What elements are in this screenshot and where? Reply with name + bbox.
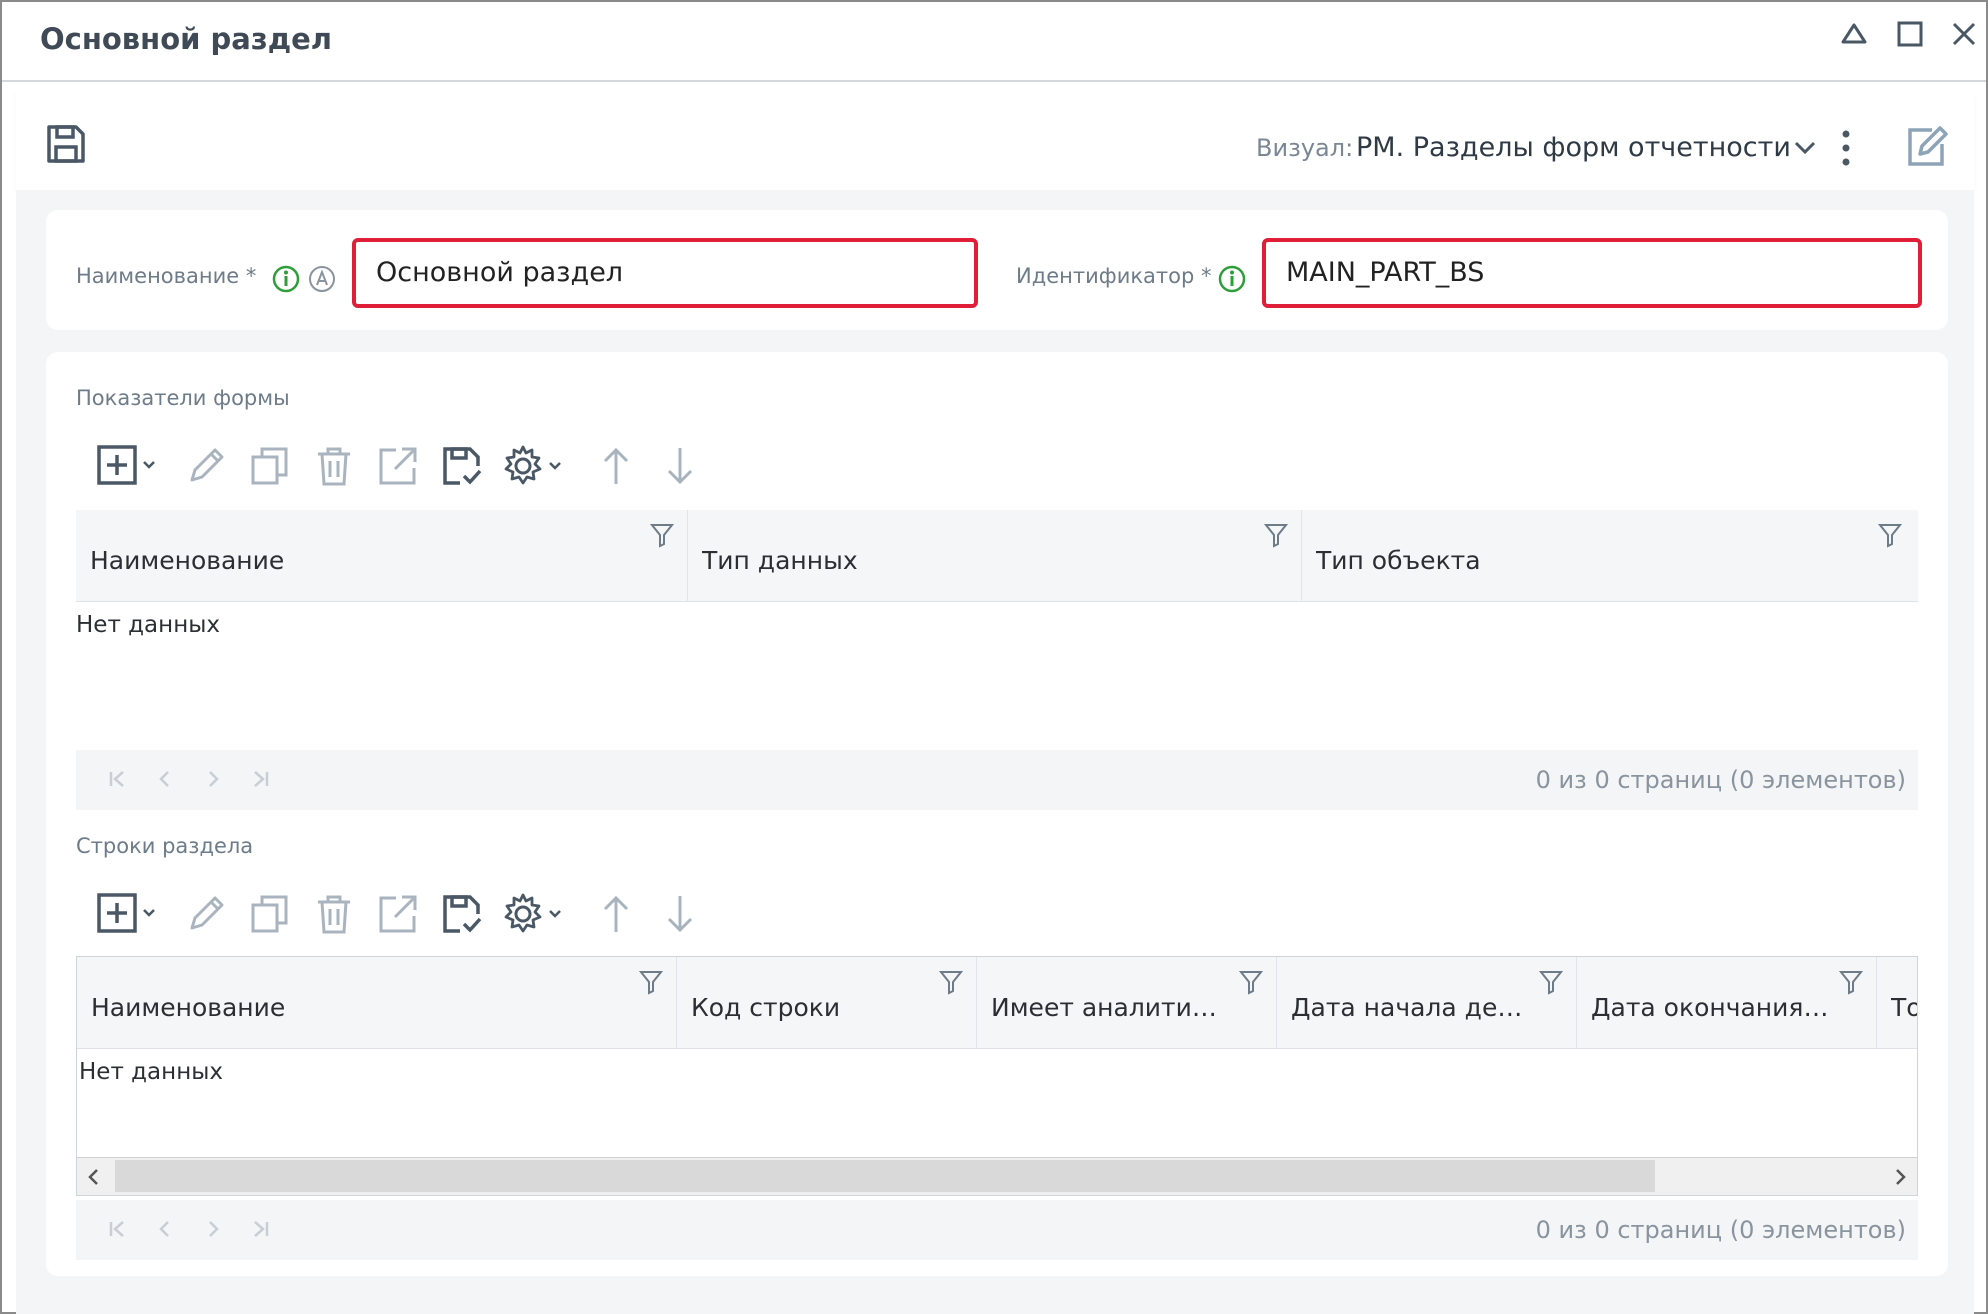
collapse-icon[interactable] — [1834, 14, 1874, 54]
last-page-icon[interactable] — [250, 1218, 272, 1240]
open-external-icon[interactable] — [376, 444, 420, 488]
maximize-icon[interactable] — [1890, 14, 1930, 54]
pencil-icon[interactable] — [184, 892, 228, 936]
dialog-window: Основной раздел Визуал: РМ. Разделы форм… — [0, 0, 1988, 1314]
filter-icon[interactable] — [1877, 522, 1903, 548]
rows-grid: Наименование Код строки Имеет аналити… Д… — [76, 956, 1918, 1196]
indicators-pager: 0 из 0 страниц (0 элементов) — [76, 750, 1918, 810]
copy-icon[interactable] — [248, 444, 292, 488]
rows-pager: 0 из 0 страниц (0 элементов) — [76, 1200, 1918, 1260]
filter-icon[interactable] — [1838, 969, 1864, 995]
info-icon[interactable] — [272, 265, 300, 293]
visual-select[interactable]: РМ. Разделы форм отчетности — [1356, 132, 1791, 163]
column-title: Тип объекта — [1316, 546, 1481, 575]
pager-info: 0 из 0 страниц (0 элементов) — [1535, 766, 1906, 794]
add-icon[interactable] — [96, 444, 156, 488]
horizontal-scrollbar[interactable] — [77, 1157, 1917, 1195]
column-header[interactable]: То — [1877, 957, 1917, 1049]
identifier-input[interactable]: MAIN_PART_BS — [1262, 238, 1922, 308]
pencil-icon[interactable] — [184, 444, 228, 488]
main-fields-card: Наименование * Основной раздел Идентифик… — [46, 210, 1948, 330]
column-header[interactable]: Наименование — [76, 510, 688, 602]
form-toolbar: Визуал: РМ. Разделы форм отчетности — [16, 84, 1974, 190]
name-input[interactable]: Основной раздел — [352, 238, 978, 308]
close-icon[interactable] — [1944, 14, 1984, 54]
open-external-icon[interactable] — [376, 892, 420, 936]
column-title: То — [1891, 993, 1917, 1022]
next-page-icon[interactable] — [202, 768, 224, 790]
column-title: Дата начала де… — [1291, 993, 1523, 1022]
column-title: Дата окончания… — [1591, 993, 1829, 1022]
visual-label: Визуал: — [1256, 134, 1354, 162]
chevron-down-icon[interactable] — [1792, 138, 1818, 158]
window-title: Основной раздел — [40, 22, 333, 56]
scrollbar-thumb[interactable] — [115, 1160, 1655, 1192]
indicators-section-label: Показатели формы — [76, 386, 290, 410]
copy-icon[interactable] — [248, 892, 292, 936]
column-header[interactable]: Тип данных — [688, 510, 1302, 602]
more-vertical-icon[interactable] — [1836, 128, 1856, 168]
grid-header: Наименование Тип данных Тип объекта — [76, 510, 1918, 602]
trash-icon[interactable] — [312, 444, 356, 488]
last-page-icon[interactable] — [250, 768, 272, 790]
column-header[interactable]: Имеет аналити… — [977, 957, 1277, 1049]
filter-icon[interactable] — [638, 969, 664, 995]
filter-icon[interactable] — [649, 522, 675, 548]
filter-icon[interactable] — [1538, 969, 1564, 995]
settings-gear-icon[interactable] — [502, 892, 564, 936]
pager-info: 0 из 0 страниц (0 элементов) — [1535, 1216, 1906, 1244]
filter-icon[interactable] — [938, 969, 964, 995]
save-changes-icon[interactable] — [440, 444, 484, 488]
info-icon[interactable] — [1218, 265, 1246, 293]
next-page-icon[interactable] — [202, 1218, 224, 1240]
prev-page-icon[interactable] — [154, 768, 176, 790]
arrow-up-icon[interactable] — [594, 444, 638, 488]
rows-section-label: Строки раздела — [76, 834, 254, 858]
scroll-right-icon[interactable] — [1889, 1166, 1911, 1188]
column-title: Наименование — [90, 546, 285, 575]
column-header[interactable]: Тип объекта — [1302, 510, 1918, 602]
name-label: Наименование * — [76, 264, 257, 288]
save-changes-icon[interactable] — [440, 892, 484, 936]
identifier-label: Идентификатор * — [1016, 264, 1212, 288]
prev-page-icon[interactable] — [154, 1218, 176, 1240]
empty-message: Нет данных — [76, 612, 220, 638]
column-title: Наименование — [91, 993, 286, 1022]
title-bar: Основной раздел — [2, 2, 1986, 82]
grid-header: Наименование Код строки Имеет аналити… Д… — [77, 957, 1917, 1049]
column-header[interactable]: Наименование — [77, 957, 677, 1049]
filter-icon[interactable] — [1238, 969, 1264, 995]
empty-message: Нет данных — [79, 1059, 223, 1085]
column-title: Код строки — [691, 993, 841, 1022]
column-header[interactable]: Дата начала де… — [1277, 957, 1577, 1049]
add-icon[interactable] — [96, 892, 156, 936]
arrow-down-icon[interactable] — [658, 444, 702, 488]
filter-icon[interactable] — [1263, 522, 1289, 548]
column-header[interactable]: Дата окончания… — [1577, 957, 1877, 1049]
details-card: Показатели формы Наименование Тип данных… — [46, 352, 1948, 1276]
trash-icon[interactable] — [312, 892, 356, 936]
column-title: Тип данных — [702, 546, 858, 575]
column-title: Имеет аналити… — [991, 993, 1217, 1022]
column-header[interactable]: Код строки — [677, 957, 977, 1049]
settings-gear-icon[interactable] — [502, 444, 564, 488]
arrow-down-icon[interactable] — [658, 892, 702, 936]
first-page-icon[interactable] — [106, 768, 128, 790]
auto-translate-icon[interactable] — [308, 265, 336, 293]
save-icon[interactable] — [44, 122, 88, 166]
scroll-left-icon[interactable] — [83, 1166, 105, 1188]
arrow-up-icon[interactable] — [594, 892, 638, 936]
first-page-icon[interactable] — [106, 1218, 128, 1240]
edit-form-icon[interactable] — [1904, 124, 1950, 170]
